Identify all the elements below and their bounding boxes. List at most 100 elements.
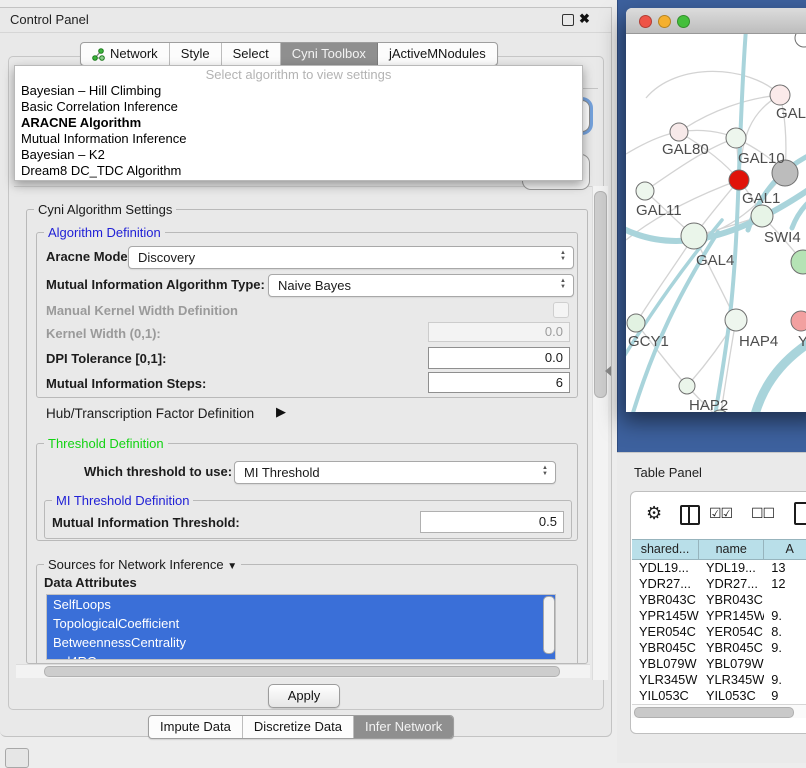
table-cell: YBL079W bbox=[699, 656, 764, 672]
table-row[interactable]: YDL19...YDL19...13 bbox=[632, 560, 806, 576]
settings-hscrollbar-thumb[interactable] bbox=[44, 666, 560, 677]
table-cell: YPR145W bbox=[632, 608, 699, 624]
algorithm-option[interactable]: Basic Correlation Inference bbox=[15, 99, 582, 115]
collapsed-panel-button[interactable] bbox=[5, 748, 29, 768]
network-node-label: SWI4 bbox=[764, 229, 801, 246]
network-node-y[interactable] bbox=[791, 311, 806, 331]
algorithm-option[interactable]: Bayesian – K2 bbox=[15, 147, 582, 163]
aracne-mode-value: Discovery bbox=[138, 250, 195, 265]
mi-steps-field[interactable]: 6 bbox=[428, 372, 570, 393]
network-node-hap2[interactable] bbox=[679, 378, 695, 394]
manual-kernel-checkbox[interactable] bbox=[553, 302, 569, 318]
table-row[interactable]: YBL079WYBL079W bbox=[632, 656, 806, 672]
table-row[interactable]: YER054CYER054C8. bbox=[632, 624, 806, 640]
algorithm-option[interactable]: Dream8 DC_TDC Algorithm bbox=[15, 163, 582, 179]
zoom-traffic-light-icon[interactable] bbox=[677, 15, 690, 28]
document-icon[interactable] bbox=[794, 502, 806, 525]
network-node-gal11[interactable] bbox=[636, 182, 654, 200]
checked-columns-icon[interactable]: ☑☑ bbox=[709, 505, 732, 522]
table-column-header[interactable]: A bbox=[764, 540, 806, 559]
tab-select[interactable]: Select bbox=[222, 43, 281, 65]
table-column-header[interactable]: shared... bbox=[632, 540, 699, 559]
network-node-label: GCY1 bbox=[628, 333, 669, 350]
control-panel-window: Control Panel ✖ NetworkStyleSelectCyni T… bbox=[0, 7, 612, 737]
bottom-tab-discretize-data[interactable]: Discretize Data bbox=[243, 716, 354, 738]
split-view-icon[interactable] bbox=[680, 505, 700, 525]
panel-collapse-arrow-icon[interactable] bbox=[605, 366, 611, 376]
float-window-icon[interactable] bbox=[562, 14, 574, 26]
table-cell: 13 bbox=[764, 560, 806, 576]
tab-cyni-toolbox[interactable]: Cyni Toolbox bbox=[281, 43, 378, 65]
table-row[interactable]: YBR043CYBR043C bbox=[632, 592, 806, 608]
network-window-titlebar[interactable] bbox=[626, 8, 806, 34]
bottom-tab-infer-network[interactable]: Infer Network bbox=[354, 716, 453, 738]
bottom-tab-label: Infer Network bbox=[365, 716, 442, 738]
tab-label: Style bbox=[181, 43, 210, 65]
close-icon[interactable]: ✖ bbox=[579, 11, 590, 27]
network-node-gal[interactable] bbox=[770, 85, 790, 105]
hub-definition-toggle[interactable]: Hub/Transcription Factor Definition bbox=[46, 406, 254, 421]
manual-kernel-label: Manual Kernel Width Definition bbox=[46, 303, 238, 318]
algorithm-option[interactable]: ARACNE Algorithm bbox=[15, 115, 582, 131]
tab-style[interactable]: Style bbox=[170, 43, 222, 65]
gear-icon[interactable]: ⚙ bbox=[646, 503, 662, 524]
apply-button[interactable]: Apply bbox=[268, 684, 340, 708]
close-traffic-light-icon[interactable] bbox=[639, 15, 652, 28]
table-cell bbox=[764, 592, 806, 608]
table-row[interactable]: YDR27...YDR27...12 bbox=[632, 576, 806, 592]
network-edge[interactable] bbox=[646, 71, 780, 98]
attribute-list-item[interactable]: TopologicalCoefficient bbox=[47, 614, 555, 633]
attribute-list-item[interactable]: SelfLoops bbox=[47, 595, 555, 614]
table-panel-region: Table Panel ⚙ ☑☑ ☐☐ shared...nameA YDL19… bbox=[617, 452, 806, 763]
network-edge[interactable] bbox=[636, 236, 694, 323]
table-cell bbox=[764, 656, 806, 672]
network-canvas[interactable]: GALGAL80GAL10GAL1GAL11SWI4GAL4GCY1HAP4YH… bbox=[626, 34, 806, 412]
table-hscrollbar-track[interactable] bbox=[632, 704, 806, 718]
minimize-traffic-light-icon[interactable] bbox=[658, 15, 671, 28]
table-cell: 9. bbox=[764, 672, 806, 688]
mi-type-select[interactable]: Naive Bayes ▲▼ bbox=[268, 274, 574, 297]
table-column-header[interactable]: name bbox=[699, 540, 764, 559]
table-cell: 12 bbox=[764, 576, 806, 592]
table-row[interactable]: YBR045CYBR045C9. bbox=[632, 640, 806, 656]
table-cell: YBR045C bbox=[632, 640, 699, 656]
chevron-down-icon[interactable]: ▼ bbox=[227, 561, 237, 572]
network-node-hap4[interactable] bbox=[725, 309, 747, 331]
network-node-gal4[interactable] bbox=[681, 223, 707, 249]
table-row[interactable]: YIL053CYIL053C9 bbox=[632, 688, 806, 702]
table-panel: ⚙ ☑☑ ☐☐ shared...nameA YDL19...YDL19...1… bbox=[630, 491, 806, 734]
mi-threshold-field[interactable]: 0.5 bbox=[420, 511, 564, 533]
table-cell: YDR27... bbox=[632, 576, 699, 592]
tab-jactivemnodules[interactable]: jActiveMNodules bbox=[378, 43, 497, 65]
table-row[interactable]: YLR345WYLR345W9. bbox=[632, 672, 806, 688]
unchecked-columns-icon[interactable]: ☐☐ bbox=[751, 505, 774, 522]
network-node-gcy1[interactable] bbox=[627, 314, 645, 332]
table-body: YDL19...YDL19...13YDR27...YDR27...12YBR0… bbox=[632, 560, 806, 702]
tab-label: jActiveMNodules bbox=[389, 43, 486, 65]
network-node-swi4[interactable] bbox=[751, 205, 773, 227]
table-row[interactable]: YPR145WYPR145W9. bbox=[632, 608, 806, 624]
aracne-mode-select[interactable]: Discovery ▲▼ bbox=[128, 246, 574, 269]
network-edge[interactable] bbox=[679, 95, 780, 132]
tab-network[interactable]: Network bbox=[81, 43, 170, 65]
chevron-right-icon[interactable]: ▶ bbox=[276, 404, 286, 420]
network-node-gal80[interactable] bbox=[670, 123, 688, 141]
table-hscrollbar-thumb[interactable] bbox=[634, 707, 794, 718]
dpi-tolerance-field[interactable]: 0.0 bbox=[428, 347, 570, 369]
attribute-list-item[interactable]: BetweennessCentrality bbox=[47, 633, 555, 652]
network-node-gal10[interactable] bbox=[726, 128, 746, 148]
algorithm-option[interactable]: Bayesian – Hill Climbing bbox=[15, 83, 582, 99]
bottom-tab-bar: Impute Data Discretize Data Infer Network bbox=[148, 715, 454, 739]
kernel-width-field[interactable]: 0.0 bbox=[428, 322, 570, 342]
network-node-gal1[interactable] bbox=[729, 170, 749, 190]
which-threshold-select[interactable]: MI Threshold ▲▼ bbox=[234, 461, 556, 484]
network-node-label: GAL1 bbox=[742, 190, 780, 207]
algorithm-option[interactable]: Mutual Information Inference bbox=[15, 131, 582, 147]
attributes-scrollbar[interactable] bbox=[543, 596, 555, 654]
bottom-tab-impute-data[interactable]: Impute Data bbox=[149, 716, 243, 738]
attribute-list-item[interactable]: gal4RGexp bbox=[47, 652, 555, 660]
network-node[interactable] bbox=[795, 34, 806, 47]
bottom-tab-label: Discretize Data bbox=[254, 716, 342, 738]
table-cell: 9. bbox=[764, 640, 806, 656]
network-node[interactable] bbox=[791, 250, 806, 274]
